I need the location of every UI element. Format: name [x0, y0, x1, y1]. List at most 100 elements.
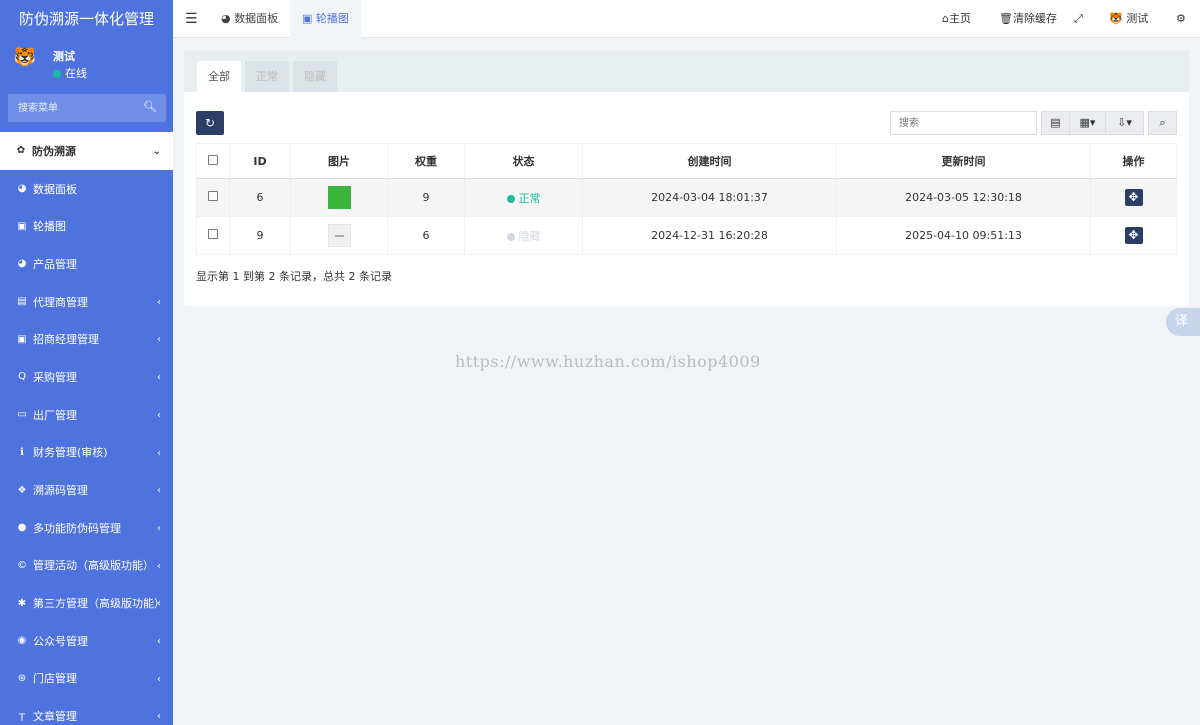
sidebar-item-activities[interactable]: © 管理活动（高级版功能） ‹	[0, 547, 173, 585]
move-icon[interactable]: ✥	[1124, 189, 1143, 206]
columns-button[interactable]: ▦▾	[1069, 111, 1106, 135]
id-cell: 6	[229, 178, 291, 217]
chevron-left-icon: ‹	[157, 673, 161, 685]
status-dot-icon	[506, 194, 515, 203]
sidebar-item-finance[interactable]: ℹ 财务管理(审核) ‹	[0, 434, 173, 472]
thumbnail-image[interactable]	[327, 186, 351, 209]
user-menu[interactable]: 🐯 测试	[1109, 0, 1148, 38]
sidebar-item-anti-counterfeit[interactable]: ✿ 防伪溯源 ⌄	[0, 132, 173, 170]
globe-icon: ◕	[221, 12, 231, 25]
sidebar-item-trace-codes[interactable]: ❖ 溯源码管理 ‹	[0, 471, 173, 509]
refresh-button[interactable]: ↻	[196, 111, 224, 135]
refresh-icon: ↻	[204, 116, 216, 130]
cubes-icon: ❖	[17, 484, 27, 496]
sidebar-item-stores[interactable]: ⊛ 门店管理 ‹	[0, 660, 173, 698]
avatar: 🐯	[1109, 12, 1123, 25]
sidebar-item-dashboard[interactable]: ◕ 数据面板	[0, 170, 173, 208]
column-header[interactable]: 更新时间	[836, 143, 1091, 179]
online-dot-icon	[53, 70, 61, 78]
updated-time-cell: 2024-03-05 12:30:18	[836, 178, 1091, 217]
top-navbar: ☰ ◕ 数据面板 ▣ 轮播图 ⌂主页 🗑︎清除缓存 ⤢ 🐯 测试 ⚙	[173, 0, 1200, 38]
product-icon: ◕	[17, 258, 27, 270]
created-time-cell: 2024-03-04 18:01:37	[582, 178, 837, 217]
select-all-checkbox[interactable]	[208, 154, 218, 165]
sidebar-item-wechat[interactable]: ◉ 公众号管理 ‹	[0, 622, 173, 660]
wechat-icon: ◉	[17, 635, 27, 647]
shield-icon: ●	[17, 522, 27, 534]
translate-button[interactable]: 译	[1166, 308, 1200, 336]
row-select-cell	[196, 216, 230, 255]
sidebar-item-label: 公众号管理	[33, 634, 88, 648]
clear-cache-button[interactable]: 🗑︎清除缓存	[999, 0, 1057, 38]
contact-icon: ▣	[17, 333, 27, 345]
sidebar-item-multi-codes[interactable]: ● 多功能防伪码管理 ‹	[0, 509, 173, 547]
settings-icon[interactable]: ⚙	[1176, 0, 1186, 38]
sidebar-item-label: 出厂管理	[33, 408, 77, 422]
copyright-icon: ©	[17, 559, 27, 571]
table-header-row: ID 图片 权重 状态 创建时间 更新时间 操作	[196, 143, 1177, 179]
search-icon[interactable]: 🔍︎	[143, 100, 157, 113]
sidebar-item-carousel[interactable]: ▣ 轮播图	[0, 207, 173, 245]
chevron-left-icon: ‹	[157, 447, 161, 459]
tab-hidden[interactable]: 隐藏	[293, 61, 337, 92]
row-checkbox[interactable]	[208, 229, 218, 239]
id-card-icon: ▤	[17, 296, 27, 308]
dashboard-icon: ◕	[17, 183, 27, 195]
sidebar-item-label: 轮播图	[33, 220, 66, 234]
status-dot-icon	[506, 232, 515, 241]
image-icon: ▣	[17, 220, 27, 232]
app-logo-title[interactable]: 防伪溯源一体化管理	[0, 0, 173, 38]
actions-cell: ✥	[1090, 216, 1177, 255]
user-status-label: 在线	[65, 67, 87, 80]
thumbnail-image[interactable]	[327, 224, 351, 247]
column-header: 图片	[290, 143, 388, 179]
tab-carousel[interactable]: ▣ 轮播图	[290, 0, 361, 38]
info-icon: ℹ	[20, 446, 24, 458]
column-header[interactable]: ID	[229, 143, 291, 179]
sidebar-item-label: 代理商管理	[33, 295, 88, 309]
tab-normal[interactable]: 正常	[245, 61, 289, 92]
toggle-view-button[interactable]: ▤	[1041, 111, 1070, 135]
watermark-text: https://www.huzhan.com/ishop4009	[455, 352, 761, 371]
id-cell: 9	[229, 216, 291, 255]
sidebar-item-label: 第三方管理（高级版功能）	[33, 597, 165, 611]
sidebar-item-third-party[interactable]: ✱ 第三方管理（高级版功能） ‹	[0, 584, 173, 622]
move-icon[interactable]: ✥	[1124, 227, 1143, 244]
fullscreen-icon[interactable]: ⤢	[1074, 0, 1083, 38]
chevron-left-icon: ‹	[157, 485, 161, 497]
pagination-info: 显示第 1 到第 2 条记录，总共 2 条记录	[196, 270, 392, 283]
store-icon: ⊛	[17, 672, 27, 684]
status-badge[interactable]: 正常	[519, 192, 541, 205]
sidebar-item-label: 多功能防伪码管理	[33, 521, 121, 535]
sidebar-item-investment-managers[interactable]: ▣ 招商经理管理 ‹	[0, 320, 173, 358]
column-header: 状态	[464, 143, 583, 179]
tab-dashboard[interactable]: ◕ 数据面板	[209, 0, 290, 38]
status-filter-tabs: 全部 正常 隐藏	[184, 50, 1189, 92]
weight-cell: 9	[387, 178, 465, 217]
sidebar-item-purchasing[interactable]: Q 采购管理 ‹	[0, 358, 173, 396]
sidebar-item-products[interactable]: ◕ 产品管理	[0, 245, 173, 283]
topbar-user-name: 测试	[1126, 12, 1149, 25]
sidebar-item-articles[interactable]: Ｔ 文章管理 ‹	[0, 697, 173, 725]
sidebar-item-label: 产品管理	[33, 257, 77, 271]
updated-time-cell: 2025-04-10 09:51:13	[836, 216, 1091, 255]
table-search-input[interactable]	[891, 112, 1036, 134]
avatar: 🐯	[13, 47, 37, 68]
export-button[interactable]: ⇩▾	[1105, 111, 1144, 135]
search-icon: Q	[18, 371, 26, 383]
chevron-left-icon: ‹	[157, 409, 161, 421]
home-link[interactable]: ⌂主页	[942, 0, 971, 38]
advanced-search-button[interactable]: ⌕	[1148, 111, 1177, 135]
sidebar-menu: ✿ 防伪溯源 ⌄ ◕ 数据面板 ▣ 轮播图 ◕ 产品管理 ▤ 代理商管理 ‹ ▣…	[0, 132, 173, 725]
column-header[interactable]: 权重	[387, 143, 465, 179]
user-panel: 🐯 测试 在线	[0, 38, 173, 86]
tab-all[interactable]: 全部	[197, 61, 241, 92]
sidebar-item-agents[interactable]: ▤ 代理商管理 ‹	[0, 283, 173, 321]
sidebar-item-label: 招商经理管理	[33, 333, 99, 347]
tab-label: 数据面板	[234, 12, 279, 25]
column-header[interactable]: 创建时间	[582, 143, 837, 179]
row-checkbox[interactable]	[208, 191, 218, 201]
status-badge[interactable]: 隐藏	[519, 230, 541, 243]
menu-toggle-icon[interactable]: ☰	[185, 11, 198, 27]
sidebar-item-shipping[interactable]: ▭ 出厂管理 ‹	[0, 396, 173, 434]
